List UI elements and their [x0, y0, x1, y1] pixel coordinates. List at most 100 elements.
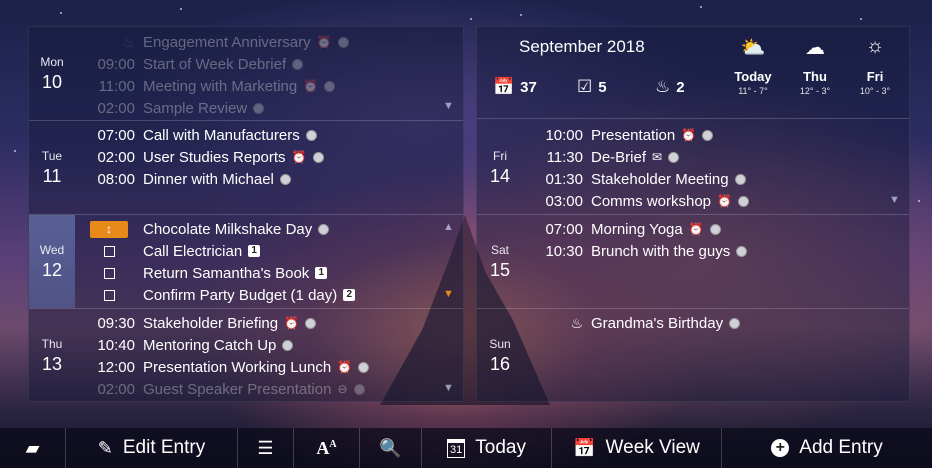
- entry-item[interactable]: 02:00 Guest Speaker Presentation ⊖: [83, 378, 365, 400]
- scroll-down-arrow-icon[interactable]: ▼: [443, 288, 454, 300]
- entry-item[interactable]: ♨ Grandma's Birthday: [531, 312, 741, 334]
- status-dot-icon: [292, 58, 304, 70]
- events-count-value: 37: [520, 78, 537, 96]
- day-name: Fri: [493, 148, 507, 163]
- entry-title: Morning Yoga: [591, 220, 683, 238]
- status-dot-icon: [668, 151, 680, 163]
- day-name: Mon: [40, 54, 64, 69]
- task-item[interactable]: Return Samantha's Book 1: [83, 262, 328, 284]
- task-item[interactable]: Confirm Party Budget (1 day) 2: [83, 284, 356, 306]
- entry-item[interactable]: 12:00 Presentation Working Lunch ⏰: [83, 356, 370, 378]
- day-label: Thu 13: [29, 309, 75, 403]
- entry-item[interactable]: 10:00 Presentation ⏰: [531, 124, 714, 146]
- entry-item[interactable]: 09:00 Start of Week Debrief: [83, 53, 304, 75]
- reorder-handle-icon[interactable]: ↕: [90, 220, 128, 238]
- task-checkbox[interactable]: [103, 245, 115, 257]
- font-size-icon: AA: [316, 437, 337, 458]
- entry-time: 02:00: [97, 380, 135, 398]
- status-dot-icon: [279, 173, 291, 185]
- scroll-down-arrow-icon[interactable]: ▼: [443, 382, 454, 394]
- journal-button[interactable]: ▰: [0, 428, 66, 468]
- entry-item[interactable]: ♨ Engagement Anniversary ⏰: [83, 31, 349, 53]
- entry-title: Stakeholder Meeting: [591, 170, 729, 188]
- font-size-button[interactable]: AA: [294, 428, 360, 468]
- day-label: Mon 10: [29, 27, 75, 120]
- priority-badge: 1: [315, 267, 328, 279]
- entry-item[interactable]: 02:00 Sample Review: [83, 97, 265, 119]
- month-title[interactable]: September 2018: [519, 37, 645, 57]
- status-dot-icon: [736, 245, 748, 257]
- search-calendar-button[interactable]: 🔍: [360, 428, 422, 468]
- task-item[interactable]: Call Electrician 1: [83, 240, 261, 262]
- day-row-fri[interactable]: Fri 14 10:00 Presentation ⏰ 11:30 De-Bri…: [477, 121, 909, 215]
- entry-item[interactable]: 07:00 Call with Manufacturers: [83, 124, 317, 146]
- entry-time: 12:00: [97, 358, 135, 376]
- entry-time: 02:00: [97, 99, 135, 117]
- entry-item[interactable]: 02:00 User Studies Reports ⏰: [83, 146, 324, 168]
- day-label: Sun 16: [477, 309, 523, 403]
- scroll-up-arrow-icon[interactable]: ▲: [443, 221, 454, 233]
- list-view-button[interactable]: ☰: [238, 428, 294, 468]
- add-entry-button[interactable]: + Add Entry: [722, 428, 932, 468]
- calendar-header: September 2018 📅 37 ☑ 5 ♨ 2 ⛅ Today 11° …: [477, 27, 909, 119]
- alarm-icon: ⏰: [688, 222, 704, 236]
- day-name: Sat: [490, 242, 509, 257]
- entry-item[interactable]: ↕ Chocolate Milkshake Day: [83, 218, 330, 240]
- today-label: Today: [475, 437, 526, 458]
- week-view-button[interactable]: 📅 Week View: [552, 428, 722, 468]
- day-number: 10: [41, 71, 63, 92]
- status-dot-icon: [353, 383, 365, 395]
- alarm-icon: ⏰: [717, 194, 732, 208]
- entry-time: 07:00: [545, 220, 583, 238]
- entry-time: 02:00: [97, 148, 135, 166]
- birthdays-count-value: 2: [676, 78, 685, 96]
- day-row-sun[interactable]: Sun 16 ♨ Grandma's Birthday: [477, 309, 909, 403]
- day-number: 16: [489, 354, 511, 374]
- entry-item[interactable]: 09:30 Stakeholder Briefing ⏰: [83, 312, 317, 334]
- entry-item[interactable]: 10:40 Mentoring Catch Up: [83, 334, 294, 356]
- entry-title: Engagement Anniversary: [143, 33, 311, 51]
- entry-title: Dinner with Michael: [143, 170, 274, 188]
- cake-icon: ♨: [655, 77, 671, 96]
- scroll-down-arrow-icon[interactable]: ▼: [443, 100, 454, 112]
- day-label: Fri 14: [477, 121, 523, 214]
- entry-item[interactable]: 11:30 De-Brief ✉: [531, 146, 680, 168]
- bottom-toolbar: ▰ ✎ Edit Entry ☰ AA 🔍 31 Today 📅 Week Vi…: [0, 428, 932, 468]
- day-row-sat[interactable]: Sat 15 07:00 Morning Yoga ⏰ 10:30 Brunch…: [477, 215, 909, 309]
- minus-circle-icon: ⊖: [337, 382, 348, 396]
- weather-today: ⛅ Today 11° - 7°: [723, 35, 783, 96]
- entry-item[interactable]: 11:00 Meeting with Marketing ⏰: [83, 75, 336, 97]
- alarm-icon: ⏰: [303, 79, 319, 93]
- events-count: 📅 37: [493, 77, 537, 97]
- entry-item[interactable]: 03:00 Comms workshop ⏰: [531, 190, 749, 212]
- day-number: 14: [489, 165, 511, 186]
- day-row-thu[interactable]: Thu 13 09:30 Stakeholder Briefing ⏰ 10:4…: [29, 309, 463, 403]
- entry-item[interactable]: 01:30 Stakeholder Meeting: [531, 168, 746, 190]
- task-checkbox[interactable]: [103, 267, 115, 279]
- today-button[interactable]: 31 Today: [422, 428, 552, 468]
- entry-time: 10:00: [545, 126, 583, 144]
- entry-item[interactable]: 10:30 Brunch with the guys: [531, 240, 748, 262]
- entry-title: Grandma's Birthday: [591, 314, 724, 332]
- alarm-icon: ⏰: [337, 360, 353, 374]
- calendar-icon: 📅: [493, 77, 515, 96]
- entry-title: Mentoring Catch Up: [143, 336, 277, 354]
- weather-thu: ☁ Thu 12° - 3°: [785, 35, 845, 96]
- entry-title: De-Brief: [591, 148, 647, 166]
- scroll-down-arrow-icon[interactable]: ▼: [889, 194, 900, 206]
- week-view-label: Week View: [605, 437, 700, 458]
- priority-badge: 2: [343, 289, 356, 301]
- edit-entry-button[interactable]: ✎ Edit Entry: [66, 428, 238, 468]
- edit-entry-label: Edit Entry: [122, 437, 206, 458]
- day-row-wed[interactable]: Wed 12 ↕ Chocolate Milkshake Day Call El…: [29, 215, 463, 309]
- plus-circle-icon: +: [771, 439, 790, 457]
- day-name: Sun: [489, 337, 511, 351]
- day-label: Sat 15: [477, 215, 523, 308]
- entry-item[interactable]: 08:00 Dinner with Michael: [83, 168, 291, 190]
- tasks-count: ☑ 5: [577, 77, 607, 97]
- day-row-tue[interactable]: Tue 11 07:00 Call with Manufacturers 02:…: [29, 121, 463, 215]
- calendar-search-icon: 🔍: [379, 437, 402, 458]
- day-row-mon[interactable]: Mon 10 ♨ Engagement Anniversary ⏰ 09:00 …: [29, 27, 463, 121]
- task-checkbox[interactable]: [103, 289, 115, 301]
- entry-item[interactable]: 07:00 Morning Yoga ⏰: [531, 218, 721, 240]
